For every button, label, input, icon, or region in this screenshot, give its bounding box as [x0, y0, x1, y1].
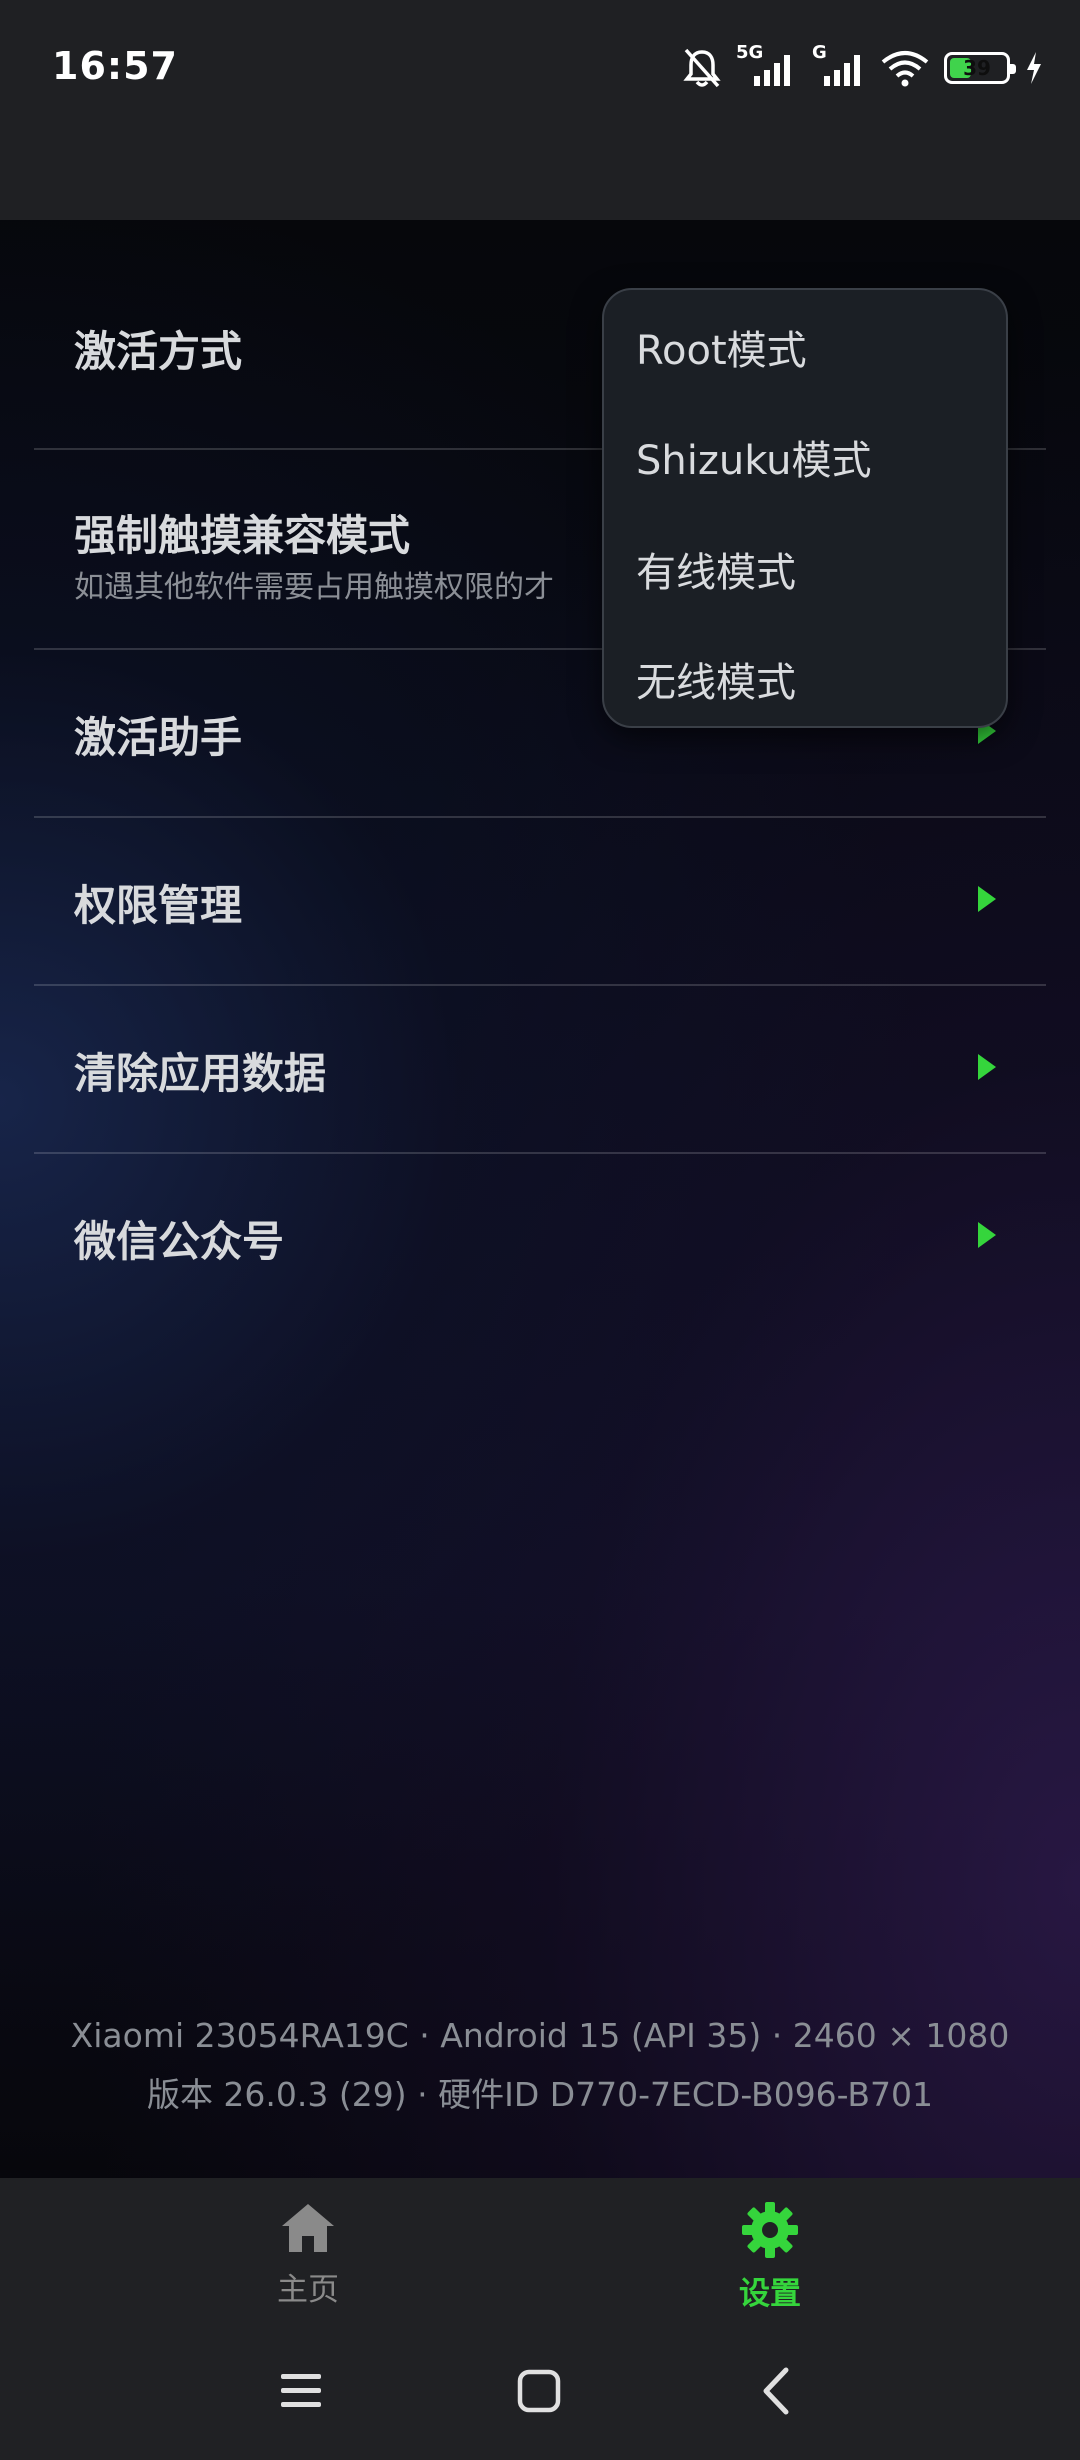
bottom-navigation: 主页 设置 — [0, 2178, 1080, 2460]
tab-home-label: 主页 — [277, 2272, 339, 2308]
menu-icon[interactable] — [278, 2370, 324, 2412]
mute-bell-icon — [683, 48, 721, 88]
status-time: 16:57 — [52, 44, 178, 88]
dropdown-option-shizuku[interactable]: Shizuku模式 — [636, 428, 872, 486]
dropdown-option-wireless[interactable]: 无线模式 — [636, 650, 796, 708]
chevron-right-icon — [978, 1054, 996, 1080]
device-info-line-1: Xiaomi 23054RA19C · Android 15 (API 35) … — [70, 2016, 1010, 2055]
chevron-right-icon — [978, 886, 996, 912]
setting-label: 激活助手 — [74, 713, 243, 762]
device-info-line-2: 版本 26.0.3 (29) · 硬件ID D770-7ECD-B096-B70… — [146, 2075, 934, 2114]
gear-icon — [742, 2202, 798, 2258]
settings-screen: 激活方式 强制触摸兼容模式 如遇其他软件需要占用触摸权限的才 激活助手 权限管理… — [0, 220, 1080, 2178]
setting-row-permission-management[interactable]: 权限管理 — [34, 818, 1046, 986]
battery-icon: 39 — [944, 52, 1016, 84]
setting-row-clear-app-data[interactable]: 清除应用数据 — [34, 986, 1046, 1154]
tab-settings-label: 设置 — [739, 2276, 801, 2312]
signal-5g-icon: 5G — [736, 42, 798, 90]
status-bar: 16:57 5G G 39 — [0, 0, 1080, 220]
setting-label: 激活方式 — [74, 327, 243, 376]
setting-label: 权限管理 — [74, 881, 243, 930]
setting-description: 如遇其他软件需要占用触摸权限的才 — [74, 570, 554, 605]
setting-label: 微信公众号 — [74, 1217, 285, 1266]
activation-mode-dropdown: Root模式 Shizuku模式 有线模式 无线模式 — [602, 288, 1008, 728]
setting-label: 强制触摸兼容模式 — [74, 511, 411, 560]
wifi-icon — [881, 51, 929, 87]
home-button-icon[interactable] — [516, 2368, 562, 2414]
chevron-right-icon — [978, 1222, 996, 1248]
dropdown-option-wired[interactable]: 有线模式 — [636, 540, 796, 598]
signal-g-icon: G — [812, 42, 866, 90]
setting-row-wechat-account[interactable]: 微信公众号 — [34, 1154, 1046, 1322]
charging-bolt-icon — [1027, 52, 1041, 84]
battery-tip — [1010, 64, 1016, 74]
system-navigation-bar — [0, 2356, 1080, 2436]
battery-level: 39 — [963, 56, 991, 80]
status-icons: 5G G 39 — [682, 40, 1044, 96]
setting-label: 清除应用数据 — [74, 1049, 327, 1098]
dropdown-option-root[interactable]: Root模式 — [636, 318, 807, 376]
back-icon[interactable] — [758, 2366, 794, 2416]
home-icon — [282, 2204, 334, 2252]
tab-home[interactable]: 主页 — [208, 2200, 408, 2320]
tab-settings[interactable]: 设置 — [670, 2200, 870, 2320]
